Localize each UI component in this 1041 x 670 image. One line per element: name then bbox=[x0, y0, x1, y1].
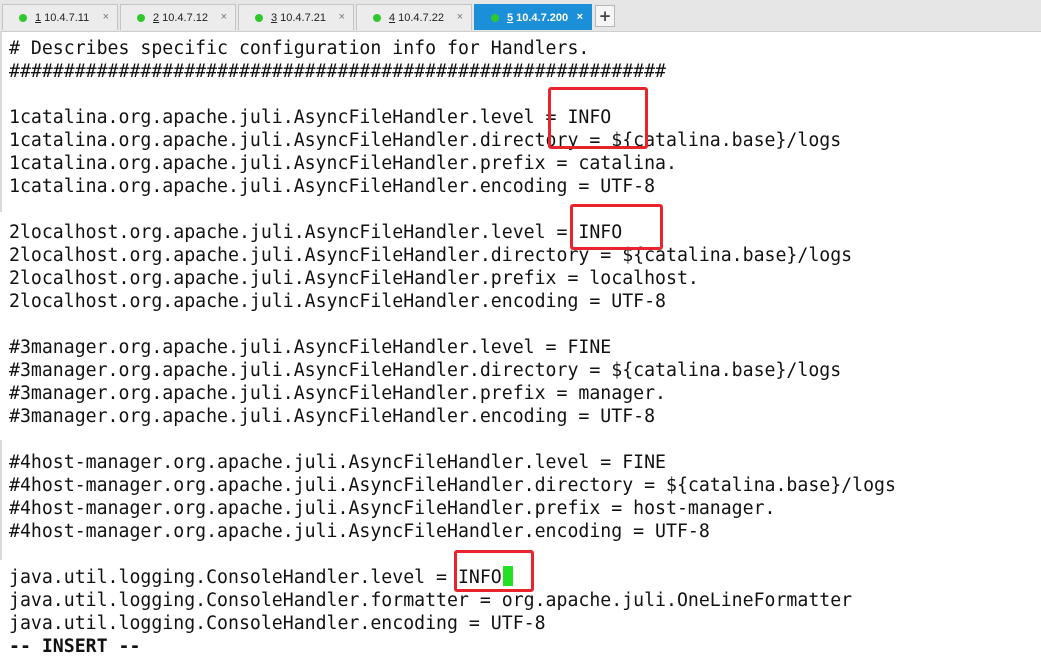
close-icon[interactable]: × bbox=[103, 11, 109, 23]
tab-label: 10.4.7.22 bbox=[398, 11, 444, 24]
highlight-box-console-level bbox=[454, 550, 534, 592]
tab-number: 5 bbox=[507, 11, 514, 24]
tab-session-5[interactable]: 5 10.4.7.200 × bbox=[474, 4, 592, 30]
terminal-line: ########################################… bbox=[9, 61, 666, 82]
connected-status-icon bbox=[373, 13, 381, 22]
vim-mode-status: -- INSERT -- bbox=[9, 636, 141, 657]
connected-status-icon bbox=[491, 13, 499, 22]
tab-label: 10.4.7.11 bbox=[44, 11, 90, 24]
tab-label: 10.4.7.200 bbox=[516, 11, 569, 24]
terminal-line: java.util.logging.ConsoleHandler.level =… bbox=[9, 567, 502, 588]
window-edge bbox=[0, 440, 2, 560]
terminal-line: #3manager.org.apache.juli.AsyncFileHandl… bbox=[9, 383, 666, 404]
terminal-line: #4host-manager.org.apache.juli.AsyncFile… bbox=[9, 521, 710, 542]
terminal-line: # Describes specific configuration info … bbox=[9, 38, 590, 59]
tab-session-2[interactable]: 2 10.4.7.12 × bbox=[120, 4, 236, 30]
close-icon[interactable]: × bbox=[577, 11, 583, 23]
terminal-line: #3manager.org.apache.juli.AsyncFileHandl… bbox=[9, 406, 656, 427]
highlight-box-localhost-level bbox=[570, 204, 663, 250]
tab-session-1[interactable]: 1 10.4.7.11 × bbox=[2, 4, 118, 30]
terminal-line: 1catalina.org.apache.juli.AsyncFileHandl… bbox=[9, 176, 656, 197]
connected-status-icon bbox=[255, 13, 263, 22]
terminal-line: #3manager.org.apache.juli.AsyncFileHandl… bbox=[9, 360, 842, 381]
terminal-line: 1catalina.org.apache.juli.AsyncFileHandl… bbox=[9, 107, 612, 128]
terminal-line: 2localhost.org.apache.juli.AsyncFileHand… bbox=[9, 268, 699, 289]
terminal-line: 1catalina.org.apache.juli.AsyncFileHandl… bbox=[9, 153, 677, 174]
new-tab-button[interactable]: + bbox=[595, 5, 615, 27]
window-edge bbox=[0, 32, 2, 212]
terminal-line: #4host-manager.org.apache.juli.AsyncFile… bbox=[9, 452, 666, 473]
tab-number: 4 bbox=[389, 11, 396, 24]
connected-status-icon bbox=[137, 13, 145, 22]
terminal-line: #4host-manager.org.apache.juli.AsyncFile… bbox=[9, 498, 776, 519]
terminal-line: 2localhost.org.apache.juli.AsyncFileHand… bbox=[9, 222, 623, 243]
terminal-line: #3manager.org.apache.juli.AsyncFileHandl… bbox=[9, 337, 612, 358]
tab-session-4[interactable]: 4 10.4.7.22 × bbox=[356, 4, 472, 30]
terminal-line: 2localhost.org.apache.juli.AsyncFileHand… bbox=[9, 245, 853, 266]
terminal-line: #4host-manager.org.apache.juli.AsyncFile… bbox=[9, 475, 896, 496]
terminal-line: java.util.logging.ConsoleHandler.formatt… bbox=[9, 590, 853, 611]
terminal-line: 2localhost.org.apache.juli.AsyncFileHand… bbox=[9, 291, 666, 312]
close-icon[interactable]: × bbox=[457, 11, 463, 23]
connected-status-icon bbox=[19, 13, 27, 22]
tab-bar: 1 10.4.7.11 × 2 10.4.7.12 × 3 10.4.7.21 … bbox=[0, 0, 1041, 32]
tab-number: 3 bbox=[271, 11, 278, 24]
tab-number: 1 bbox=[35, 11, 42, 24]
tab-label: 10.4.7.21 bbox=[280, 11, 326, 24]
close-icon[interactable]: × bbox=[339, 11, 345, 23]
highlight-box-catalina-level bbox=[548, 87, 648, 149]
terminal-line: java.util.logging.ConsoleHandler.encodin… bbox=[9, 613, 546, 634]
close-icon[interactable]: × bbox=[221, 11, 227, 23]
tab-label: 10.4.7.12 bbox=[162, 11, 208, 24]
tab-number: 2 bbox=[153, 11, 160, 24]
terminal-line: 1catalina.org.apache.juli.AsyncFileHandl… bbox=[9, 130, 842, 151]
tab-session-3[interactable]: 3 10.4.7.21 × bbox=[238, 4, 354, 30]
